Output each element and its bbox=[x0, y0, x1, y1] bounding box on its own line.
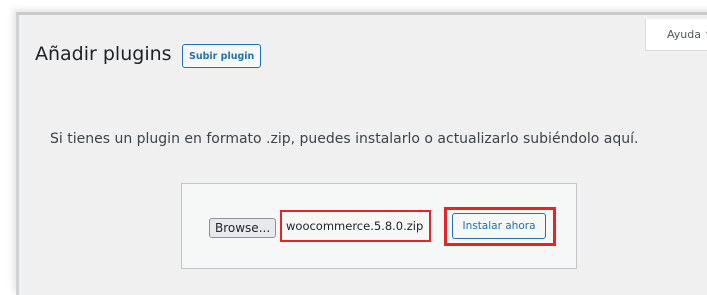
help-tab-label: Ayuda bbox=[667, 28, 701, 41]
help-tab[interactable]: Ayuda ▼ bbox=[645, 19, 707, 51]
browse-button[interactable]: Browse... bbox=[209, 218, 277, 238]
upload-plugin-button[interactable]: Subir plugin bbox=[182, 44, 262, 68]
install-now-button[interactable]: Instalar ahora bbox=[452, 213, 546, 239]
upload-help-text: Si tienes un plugin en formato .zip, pue… bbox=[50, 131, 639, 147]
selected-file-name: woocommerce.5.8.0.zip bbox=[280, 210, 431, 242]
page-title: Añadir plugins bbox=[35, 43, 172, 65]
